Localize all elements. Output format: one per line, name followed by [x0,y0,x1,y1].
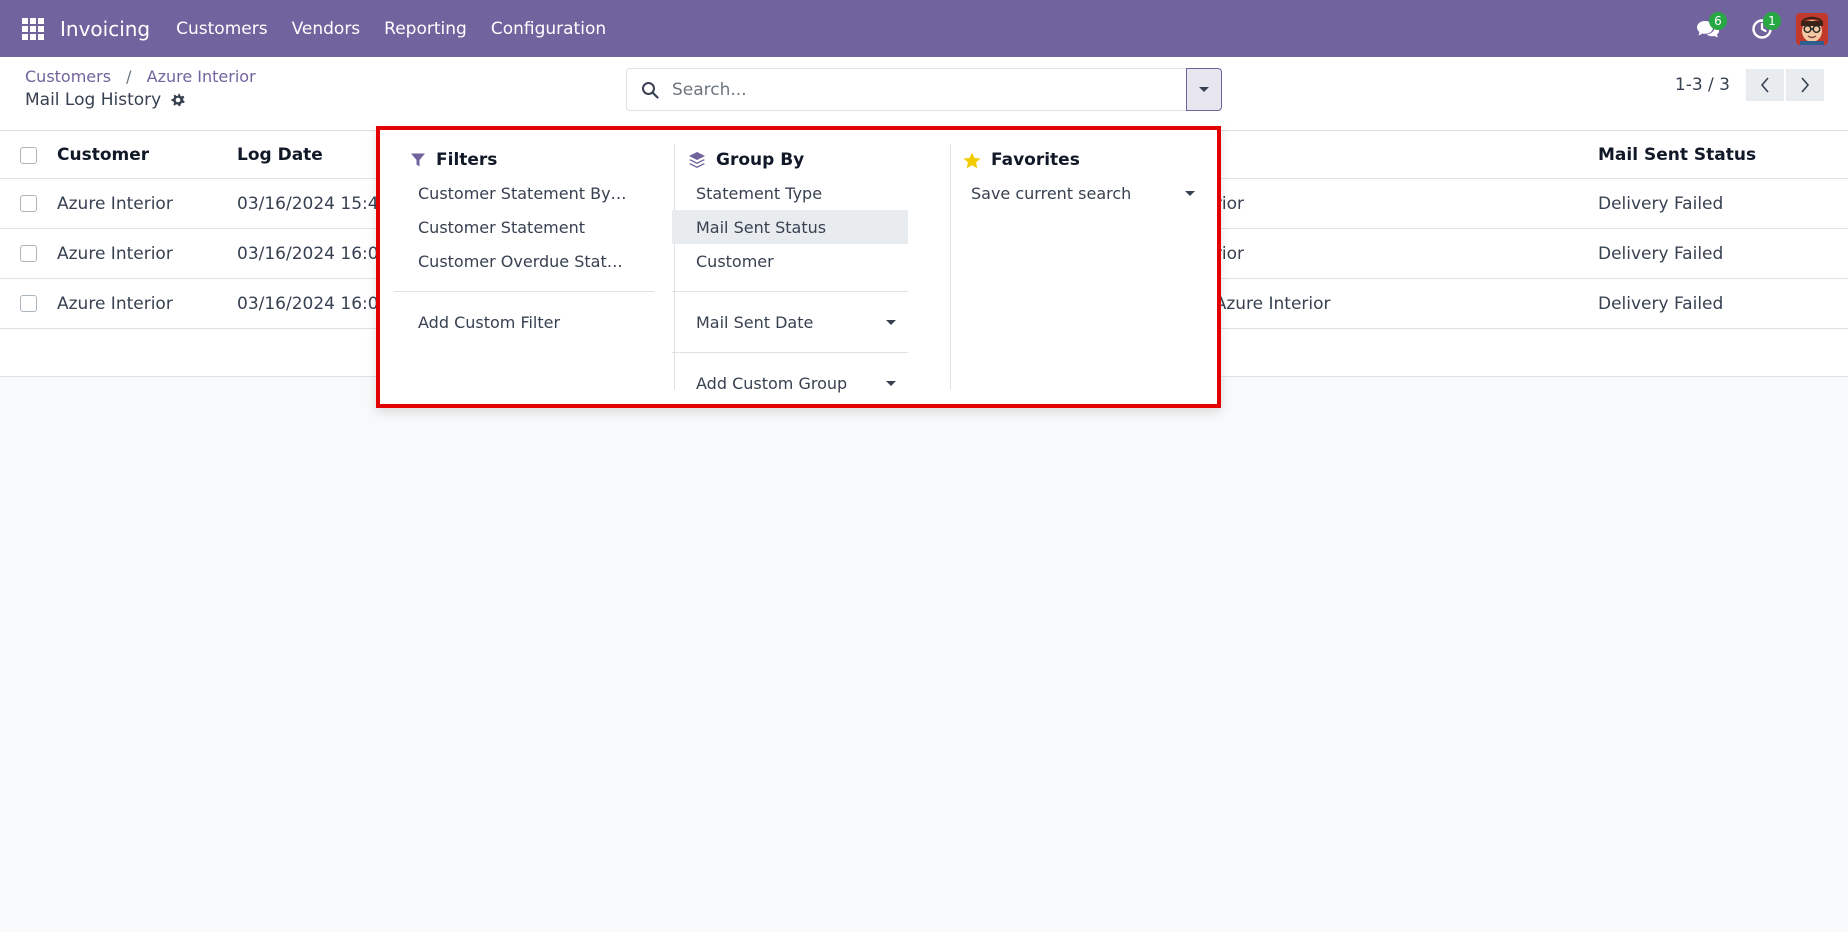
favorites-column: Favorites Save current search [947,144,1207,390]
chevron-right-icon [1801,77,1810,93]
column-header-log-date[interactable]: Log Date [237,132,323,178]
breadcrumb-azure-interior[interactable]: Azure Interior [147,67,256,86]
add-custom-group-label: Add Custom Group [696,373,848,393]
cell-customer: Azure Interior [57,243,173,264]
row-checkbox[interactable] [20,245,37,262]
cell-log-date: 03/16/2024 16:0 [237,293,379,314]
cell-customer: Azure Interior [57,193,173,214]
search-input[interactable] [672,79,1152,100]
groupby-divider [672,291,908,292]
breadcrumb: Customers / Azure Interior [25,67,256,86]
breadcrumb-customers[interactable]: Customers [25,67,111,86]
cell-mail-sent-status: Delivery Failed [1598,243,1724,264]
menu-vendors[interactable]: Vendors [280,19,373,39]
save-current-search[interactable]: Save current search [947,176,1207,210]
caret-down-icon [1185,191,1195,196]
groupby-statement-type[interactable]: Statement Type [672,176,908,210]
favorites-title: Favorites [991,150,1080,170]
page-title-row: Mail Log History [25,90,186,110]
control-panel: Customers / Azure Interior Mail Log Hist… [0,57,1848,131]
groupby-mail-sent-date-label: Mail Sent Date [696,312,814,332]
cell-log-date: 03/16/2024 15:4 [237,193,379,214]
search-icon [641,81,659,99]
chevron-left-icon [1760,77,1769,93]
filter-customer-statement-by[interactable]: Customer Statement By… [394,176,654,210]
cell-mail-sent-status: Delivery Failed [1598,293,1724,314]
layers-icon [688,151,706,169]
groupby-mail-sent-status[interactable]: Mail Sent Status [672,210,908,244]
groupby-header: Group By [672,144,908,176]
caret-down-icon [1199,86,1209,92]
breadcrumb-separator: / [126,67,132,86]
filter-customer-statement[interactable]: Customer Statement [394,210,654,244]
messages-count-badge: 6 [1709,11,1727,30]
groupby-title: Group By [716,150,805,170]
star-icon [963,152,981,169]
menu-customers[interactable]: Customers [164,19,279,39]
favorites-header: Favorites [947,144,1207,176]
column-header-customer[interactable]: Customer [57,132,149,178]
cell-mail-sent-status: Delivery Failed [1598,193,1724,214]
search-options-dropdown: Filters Customer Statement By… Customer … [376,126,1221,408]
filters-title: Filters [436,150,498,170]
page-title: Mail Log History [25,90,162,110]
row-select-cell [20,229,37,278]
user-avatar-icon [1796,12,1828,45]
row-select-cell [20,179,37,228]
select-all-cell [20,132,37,178]
menu-reporting[interactable]: Reporting [372,19,479,39]
row-checkbox[interactable] [20,295,37,312]
cell-customer: Azure Interior [57,293,173,314]
app-brand[interactable]: Invoicing [60,17,150,41]
cell-log-date: 03/16/2024 16:0 [237,243,379,264]
filters-column: Filters Customer Statement By… Customer … [394,144,654,390]
menu-configuration[interactable]: Configuration [479,19,618,39]
search-box [626,68,1187,111]
user-avatar[interactable] [1796,12,1828,45]
funnel-icon [410,152,426,168]
save-current-search-label: Save current search [971,183,1132,203]
pager-next-button[interactable] [1786,69,1824,101]
row-checkbox[interactable] [20,195,37,212]
top-navbar: Invoicing Customers Vendors Reporting Co… [0,0,1848,57]
activities-count-badge: 1 [1763,11,1781,30]
apps-menu-icon[interactable] [22,17,44,40]
pager-previous-button[interactable] [1746,69,1784,101]
pager: 1-3 / 3 [1675,69,1824,101]
groupby-mail-sent-date[interactable]: Mail Sent Date [672,305,908,339]
column-header-mail-sent-status[interactable]: Mail Sent Status [1598,132,1756,178]
caret-down-icon [886,381,896,386]
row-select-cell [20,279,37,328]
pager-value[interactable]: 1-3 / 3 [1675,75,1730,95]
groupby-column: Group By Statement Type Mail Sent Status… [672,144,908,393]
filters-header: Filters [394,144,654,176]
systray: 6 1 [1688,0,1848,57]
activities-button[interactable]: 1 [1742,9,1782,49]
filters-divider [394,291,654,292]
select-all-checkbox[interactable] [20,146,37,164]
gear-icon[interactable] [170,92,186,108]
add-custom-group[interactable]: Add Custom Group [672,366,908,400]
filter-customer-overdue-statement[interactable]: Customer Overdue Stat… [394,244,654,278]
search-options-toggle[interactable] [1186,68,1222,111]
caret-down-icon [886,320,896,325]
groupby-divider-2 [672,352,908,353]
groupby-customer[interactable]: Customer [672,244,908,278]
messages-button[interactable]: 6 [1688,9,1728,49]
add-custom-filter[interactable]: Add Custom Filter [394,305,654,339]
